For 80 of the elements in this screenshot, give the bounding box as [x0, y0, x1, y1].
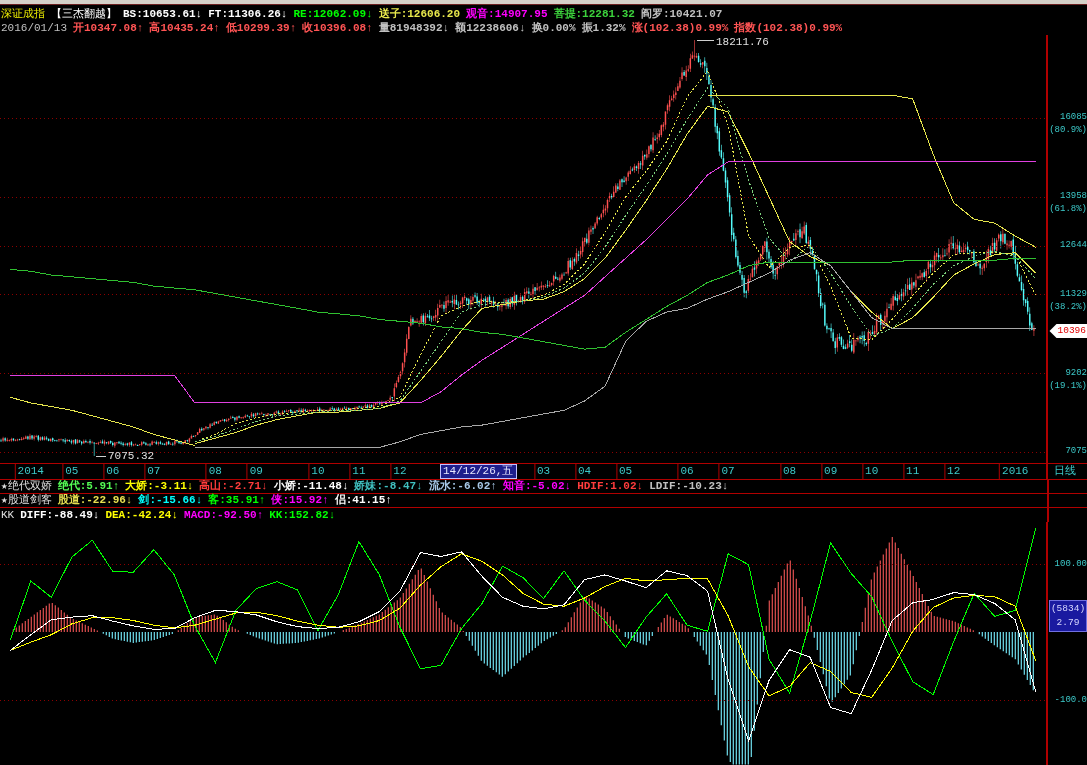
period-label: 日线	[1053, 464, 1077, 479]
indicator-value: 流水:-6.02↑	[428, 480, 497, 493]
price-axis-label: 11329	[1060, 287, 1087, 301]
indicator-value: RE:12062.09↓	[293, 7, 373, 21]
indicator-name: KK	[1, 508, 15, 522]
quote-value: 指数(102.38)0.99%	[734, 21, 843, 35]
formula-name: 【三杰翻越】	[51, 7, 117, 21]
date-label: 05	[62, 464, 82, 479]
quote-value: 换0.00%	[531, 21, 576, 35]
indicator-value: BS:10653.61↓	[123, 7, 203, 21]
date-label: 10	[862, 464, 882, 479]
indicator-value: MACD:-92.50↑	[184, 508, 264, 522]
indicator-value: 阎罗:10421.07	[640, 7, 723, 21]
date-label: 2014	[14, 464, 47, 479]
indicator-value: 菩提:12281.32	[553, 7, 635, 21]
price-axis-label: 12644	[1060, 239, 1087, 253]
price-axis-label: 9202	[1065, 366, 1087, 380]
low-price-label: 7075.32	[108, 449, 155, 463]
indicator-value: KK:152.82↓	[269, 508, 336, 522]
price-axis-label: 16085	[1060, 111, 1087, 125]
indicator-value: 绝代:5.91↑	[57, 480, 120, 493]
indicator-value: 客:35.91↑	[208, 494, 266, 507]
value-axis-label: -100.0	[1054, 693, 1087, 707]
ratio-axis-label: (61.8%)	[1049, 203, 1087, 217]
date-label: 09	[821, 464, 841, 479]
indicator-name: ★股道剑客	[1, 494, 52, 507]
date-label: 2016	[999, 464, 1032, 479]
quote-value: 涨(102.38)0.99%	[631, 21, 729, 35]
date-label: 08	[205, 464, 225, 479]
indicator-value: 侠:15.92↑	[271, 494, 329, 507]
value-axis-label: 100.00	[1054, 557, 1087, 571]
quote-value: 额12238606↓	[455, 21, 526, 35]
indicator-value: 送子:12606.20	[378, 7, 461, 21]
indicator-value: 知音:-5.02↓	[502, 480, 572, 493]
price-axis-label: 7075	[1065, 445, 1087, 459]
date-label: 04	[574, 464, 595, 479]
date-label: 10	[308, 464, 328, 479]
index-name: 深证成指	[1, 7, 45, 21]
quote-value: 振1.32%	[581, 21, 626, 35]
indicator-name: ★绝代双娇	[1, 480, 52, 493]
indicator-value: LDIF:-10.23↓	[649, 480, 729, 493]
ratio-axis-label: (38.2%)	[1049, 300, 1087, 314]
last-price-tag: 10396	[1049, 324, 1087, 338]
date-label: 06	[103, 464, 123, 479]
date-label: 11	[903, 464, 923, 479]
date-label: 08	[780, 464, 800, 479]
quote-value: 高10435.24↑	[149, 21, 220, 35]
date-label: 07	[144, 464, 164, 479]
high-price-label: 18211.76	[716, 35, 769, 49]
date-label: 06	[677, 464, 697, 479]
quote-value: 收10396.08↑	[302, 21, 373, 35]
date-label: 03	[533, 464, 554, 479]
indicator-value: 观音:14907.95	[466, 7, 548, 21]
cursor-date-label: 14/12/26,五	[440, 464, 518, 479]
indicator-value: 娇妹:-8.47↓	[354, 480, 423, 493]
indicator-value: DEA:-42.24↓	[105, 508, 179, 522]
date-label: 12	[944, 464, 964, 479]
date-label: 11	[349, 464, 369, 479]
date-label: 12	[390, 464, 410, 479]
date-label: 05	[615, 464, 636, 479]
value-readout: 2.79	[1056, 616, 1080, 630]
volume-readout: (5834)	[1050, 602, 1086, 616]
indicator-value: 小娇:-11.48↓	[273, 480, 349, 493]
quote-value: 量81948392↓	[378, 21, 450, 35]
date-label: 07	[718, 464, 738, 479]
ratio-axis-label: (19.1%)	[1049, 379, 1087, 393]
indicator-value: 侣:41.15↑	[334, 494, 392, 507]
indicator-value: HDIF:1.02↓	[577, 480, 644, 493]
price-axis-label: 13958	[1060, 190, 1087, 204]
date-label: 09	[246, 464, 266, 479]
indicator-value: DIFF:-88.49↓	[20, 508, 100, 522]
indicator-value: 大娇:-3.11↓	[125, 480, 194, 493]
indicator-value: 高山:-2.71↓	[199, 480, 268, 493]
quote-date: 2016/01/13	[1, 21, 67, 35]
ratio-axis-label: (80.9%)	[1049, 124, 1087, 138]
quote-value: 低10299.39↑	[225, 21, 297, 35]
indicator-value: 剑:-15.66↓	[138, 494, 203, 507]
indicator-value: 股道:-22.96↓	[57, 494, 133, 507]
indicator-value: FT:11306.26↓	[208, 7, 288, 21]
quote-value: 开10347.08↑	[73, 21, 144, 35]
